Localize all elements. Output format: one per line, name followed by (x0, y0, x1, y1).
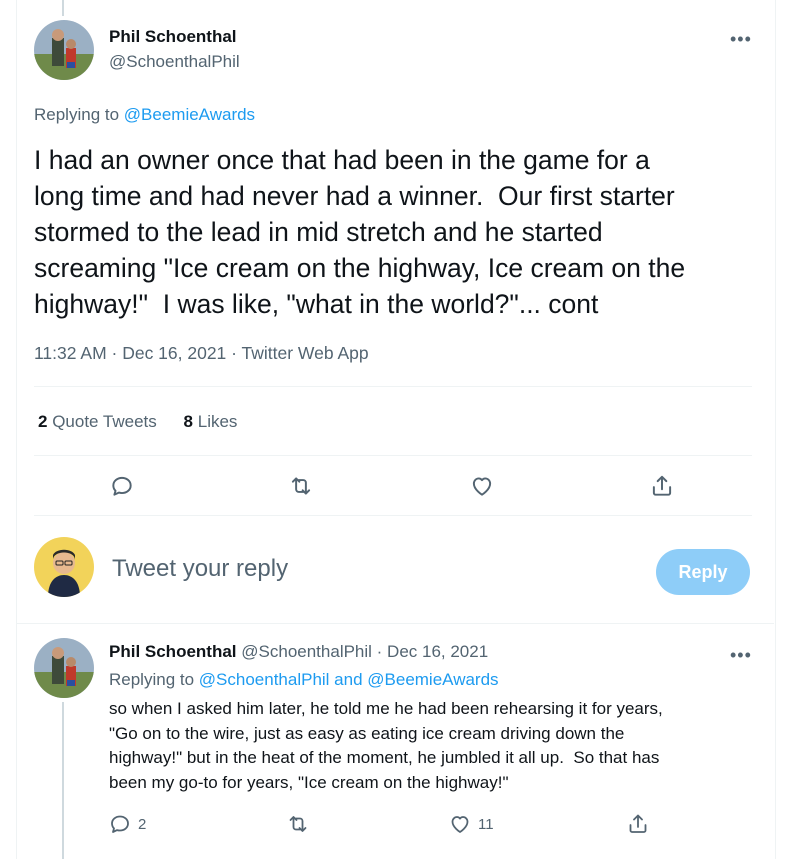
thread-connector (62, 702, 64, 859)
reply-action[interactable]: 2 (108, 812, 146, 836)
likes-label: Likes (197, 412, 238, 431)
reply-input[interactable]: Tweet your reply (112, 555, 288, 583)
reply-date[interactable]: Dec 16, 2021 (387, 642, 488, 661)
likes-count: 8 (183, 412, 193, 431)
mention-link[interactable]: @BeemieAwards (367, 670, 498, 689)
tweet-stats: 2 Quote Tweets 8 Likes (38, 412, 259, 432)
reply-author-handle[interactable]: @SchoenthalPhil (241, 642, 372, 661)
reply-author-name[interactable]: Phil Schoenthal (109, 642, 237, 661)
quote-tweets-stat[interactable]: 2 Quote Tweets (38, 412, 157, 431)
likes-stat[interactable]: 8 Likes (184, 412, 238, 431)
retweet-icon (289, 816, 307, 832)
replying-prefix: Replying to (34, 105, 124, 124)
reply-count: 2 (138, 815, 147, 833)
divider (34, 455, 752, 456)
reply-icon[interactable] (107, 471, 137, 501)
share-icon[interactable] (647, 471, 677, 501)
author-name[interactable]: Phil Schoenthal (109, 27, 237, 47)
reply-author-avatar[interactable] (34, 638, 94, 698)
divider (34, 386, 752, 387)
reply-header: Phil Schoenthal @SchoenthalPhil · Dec 16… (109, 642, 488, 662)
more-options-icon[interactable]: ••• (730, 646, 752, 664)
thread-connector (62, 0, 64, 16)
reply-button[interactable]: Reply (656, 549, 750, 595)
author-avatar[interactable] (34, 20, 94, 80)
like-icon[interactable] (467, 471, 497, 501)
quote-tweets-count: 2 (38, 412, 48, 431)
reply-replying-to: Replying to @SchoenthalPhil and @BeemieA… (109, 670, 499, 690)
retweet-icon[interactable] (286, 471, 316, 501)
replying-and: and (329, 670, 368, 689)
mention-link[interactable]: @BeemieAwards (124, 105, 255, 124)
like-action[interactable]: 11 (448, 812, 494, 836)
quote-tweets-label: Quote Tweets (52, 412, 157, 431)
like-icon (451, 816, 469, 833)
divider (17, 623, 774, 624)
share-action[interactable] (626, 812, 650, 841)
user-avatar[interactable] (34, 537, 94, 597)
tweet-timestamp[interactable]: 11:32 AM · Dec 16, 2021 · Twitter Web Ap… (34, 343, 369, 364)
replying-to: Replying to @BeemieAwards (34, 105, 255, 125)
tweet-text: I had an owner once that had been in the… (34, 145, 686, 319)
reply-tweet-text: so when I asked him later, he told me he… (109, 699, 663, 792)
mention-link[interactable]: @SchoenthalPhil (199, 670, 330, 689)
more-options-icon[interactable]: ••• (730, 30, 752, 48)
author-handle[interactable]: @SchoenthalPhil (109, 52, 240, 72)
like-count: 11 (478, 815, 494, 833)
divider (34, 515, 752, 516)
replying-prefix: Replying to (109, 670, 199, 689)
reply-icon (111, 815, 129, 833)
separator-dot: · (371, 642, 388, 661)
retweet-action[interactable] (286, 812, 316, 836)
share-icon (629, 814, 647, 833)
